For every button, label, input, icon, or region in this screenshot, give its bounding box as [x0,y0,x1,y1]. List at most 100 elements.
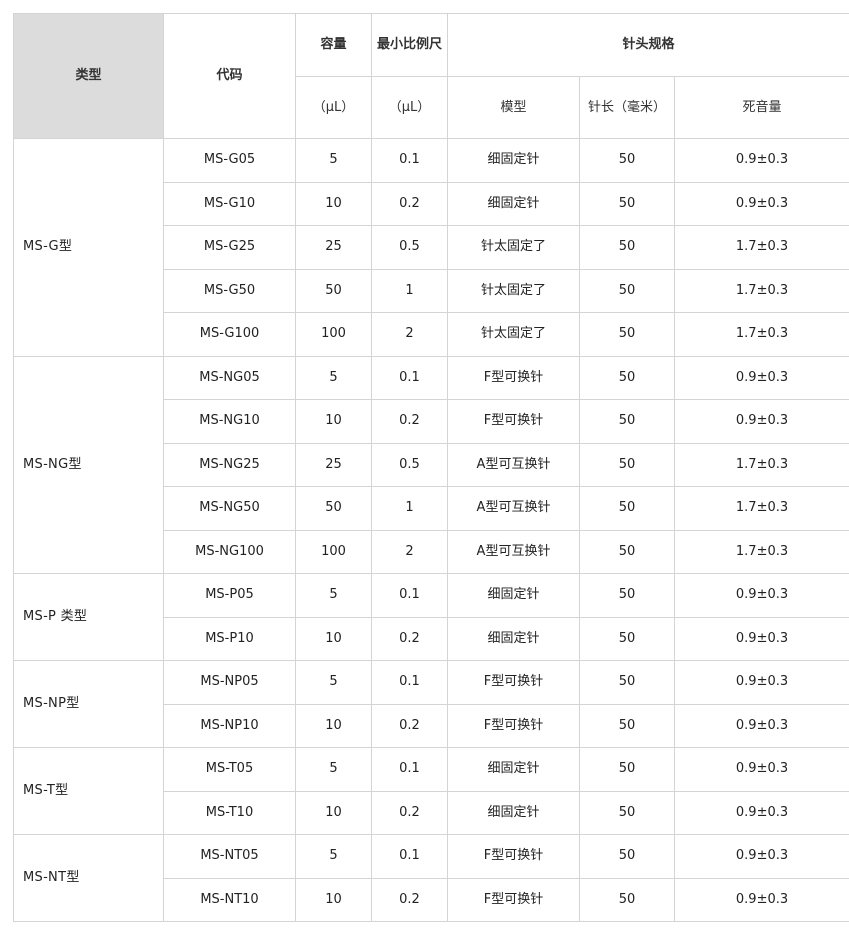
header-capacity: 容量 [295,13,372,77]
cell-dead-volume: 0.9±0.3 [673,181,849,226]
cell-needle-length: 50 [579,442,675,487]
cell-min-scale: 0.1 [371,660,448,705]
cell-type: MS-G型 [13,138,164,357]
cell-min-scale: 0.2 [371,616,448,661]
cell-code: MS-P05 [163,573,296,618]
cell-dead-volume: 1.7±0.3 [673,268,849,313]
cell-min-scale: 0.2 [371,703,448,748]
header-min-scale: 最小比例尺 [371,13,448,77]
cell-code: MS-T10 [163,790,296,835]
cell-dead-volume: 0.9±0.3 [673,747,849,792]
cell-dead-volume: 0.9±0.3 [673,660,849,705]
cell-needle-length: 50 [579,529,675,574]
cell-model: A型可互换针 [447,442,580,487]
table-header: 类型 代码 容量 最小比例尺 针头规格 （μL） （μL） 模型 针长（毫米） … [13,13,849,139]
cell-capacity: 100 [295,312,372,357]
cell-min-scale: 0.2 [371,181,448,226]
cell-capacity: 100 [295,529,372,574]
cell-dead-volume: 0.9±0.3 [673,616,849,661]
cell-model: 细固定针 [447,790,580,835]
cell-needle-length: 50 [579,747,675,792]
cell-code: MS-G05 [163,138,296,183]
cell-needle-length: 50 [579,312,675,357]
header-dead-volume: 死音量 [673,76,849,139]
cell-capacity: 10 [295,877,372,922]
cell-code: MS-P10 [163,616,296,661]
cell-capacity: 5 [295,573,372,618]
cell-dead-volume: 0.9±0.3 [673,573,849,618]
cell-capacity: 5 [295,660,372,705]
cell-min-scale: 0.2 [371,877,448,922]
cell-needle-length: 50 [579,703,675,748]
cell-needle-length: 50 [579,486,675,531]
cell-code: MS-NP10 [163,703,296,748]
cell-type: MS-P 类型 [13,573,164,661]
cell-dead-volume: 0.9±0.3 [673,703,849,748]
header-min-scale-unit: （μL） [371,76,448,139]
cell-capacity: 5 [295,834,372,879]
cell-capacity: 10 [295,790,372,835]
cell-model: F型可换针 [447,834,580,879]
cell-needle-length: 50 [579,573,675,618]
cell-capacity: 25 [295,225,372,270]
cell-model: A型可互换针 [447,529,580,574]
cell-needle-length: 50 [579,877,675,922]
cell-code: MS-G100 [163,312,296,357]
cell-code: MS-G25 [163,225,296,270]
cell-code: MS-NG50 [163,486,296,531]
cell-dead-volume: 0.9±0.3 [673,355,849,400]
cell-model: 细固定针 [447,573,580,618]
cell-min-scale: 2 [371,529,448,574]
cell-dead-volume: 1.7±0.3 [673,442,849,487]
cell-needle-length: 50 [579,138,675,183]
spec-table-container: 类型 代码 容量 最小比例尺 针头规格 （μL） （μL） 模型 针长（毫米） … [13,13,849,922]
cell-code: MS-NT10 [163,877,296,922]
cell-model: 针太固定了 [447,268,580,313]
cell-model: 细固定针 [447,747,580,792]
cell-min-scale: 0.1 [371,138,448,183]
header-needle-spec: 针头规格 [446,13,849,77]
cell-type: MS-T型 [13,747,164,835]
cell-model: 针太固定了 [447,312,580,357]
cell-code: MS-NT05 [163,834,296,879]
cell-model: F型可换针 [447,660,580,705]
header-code: 代码 [163,13,296,139]
cell-model: F型可换针 [447,703,580,748]
cell-dead-volume: 1.7±0.3 [673,529,849,574]
cell-code: MS-G10 [163,181,296,226]
cell-model: A型可互换针 [447,486,580,531]
syringe-spec-table: 类型 代码 容量 最小比例尺 针头规格 （μL） （μL） 模型 针长（毫米） … [13,13,849,922]
cell-needle-length: 50 [579,225,675,270]
cell-capacity: 50 [295,486,372,531]
cell-needle-length: 50 [579,268,675,313]
cell-min-scale: 0.1 [371,834,448,879]
cell-needle-length: 50 [579,790,675,835]
cell-capacity: 10 [295,399,372,444]
cell-needle-length: 50 [579,660,675,705]
cell-min-scale: 0.2 [371,790,448,835]
cell-capacity: 25 [295,442,372,487]
cell-min-scale: 1 [371,268,448,313]
cell-dead-volume: 0.9±0.3 [673,834,849,879]
cell-model: F型可换针 [447,877,580,922]
cell-type: MS-NG型 [13,355,164,574]
cell-dead-volume: 0.9±0.3 [673,790,849,835]
cell-min-scale: 1 [371,486,448,531]
cell-capacity: 50 [295,268,372,313]
cell-capacity: 10 [295,616,372,661]
table-body: MS-G型 MS-G05 5 0.1 细固定针 50 0.9±0.3 MS-G10 10 0.2 细… [13,138,849,922]
cell-dead-volume: 1.7±0.3 [673,486,849,531]
header-needle-length: 针长（毫米） [579,76,675,139]
cell-min-scale: 0.5 [371,225,448,270]
cell-capacity: 5 [295,747,372,792]
cell-model: F型可换针 [447,355,580,400]
table-row: MS-NP型 MS-NP05 5 0.1 F型可换针 50 0.9±0.3 [13,660,849,748]
cell-needle-length: 50 [579,834,675,879]
cell-code: MS-T05 [163,747,296,792]
cell-code: MS-NG10 [163,399,296,444]
header-model: 模型 [447,76,580,139]
cell-code: MS-NG05 [163,355,296,400]
table-row: MS-NG型 MS-NG05 5 0.1 F型可换针 50 0.9±0.3 [13,355,849,574]
cell-code: MS-NG100 [163,529,296,574]
cell-model: F型可换针 [447,399,580,444]
